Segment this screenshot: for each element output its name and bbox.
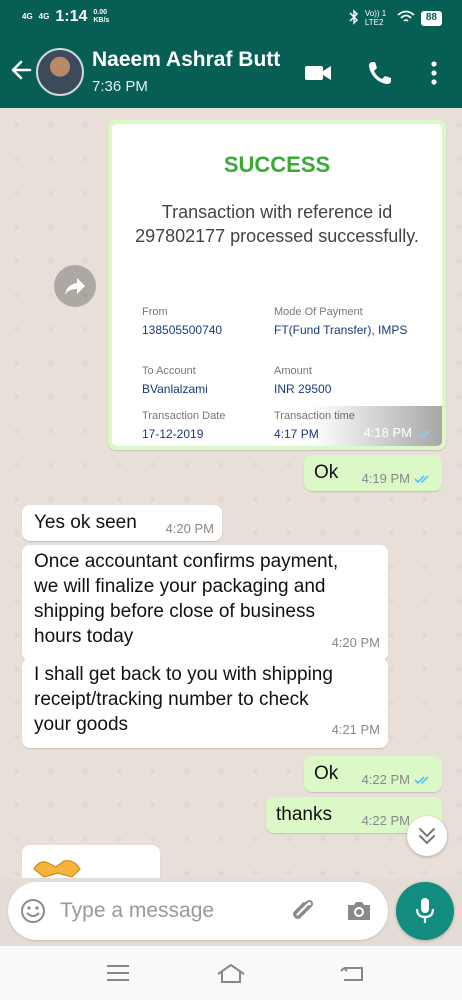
receipt-mode-value: FT(Fund Transfer), IMPS: [274, 323, 408, 337]
message-line: your goods: [34, 714, 129, 735]
last-seen: 7:36 PM: [92, 78, 148, 95]
receipt-from-value: 138505500740: [142, 323, 223, 337]
message-text: thanks: [276, 804, 332, 825]
message-time: 4:21 PM: [331, 722, 380, 737]
message-text: Ok: [314, 462, 339, 483]
message-bubble-incoming[interactable]: Yes ok seen 4:20 PM: [22, 505, 222, 541]
wifi-icon: [397, 10, 415, 26]
message-line: Once accountant confirms payment,: [34, 551, 339, 572]
message-time: 4:20 PM: [331, 635, 380, 650]
message-text: Ok: [314, 763, 339, 784]
microphone-icon: [413, 896, 437, 931]
receipt-heading: SUCCESS: [223, 152, 331, 177]
network-speed-unit: KB/s: [93, 17, 110, 24]
receipt-mode-label: Mode Of Payment: [274, 306, 363, 318]
receipt-to-value: BVanlalzami: [142, 382, 208, 396]
read-ticks-icon: [414, 767, 432, 792]
paperclip-icon[interactable]: [288, 896, 318, 926]
message-bubble-incoming[interactable]: I shall get back to you with shipping re…: [22, 658, 388, 748]
network-speed-value: 0.00: [93, 9, 107, 16]
message-line: receipt/tracking number to check: [34, 689, 309, 710]
receipt-message: Transaction with reference id 297802177 …: [135, 202, 419, 246]
clock: 1:14: [55, 8, 88, 25]
bluetooth-icon: [349, 9, 359, 27]
system-nav-bar: [0, 946, 462, 1000]
signal-indicator-2: 4G: [38, 12, 50, 21]
read-ticks-icon: [414, 466, 432, 491]
home-icon[interactable]: [216, 962, 245, 984]
message-time: 4:19 PM: [361, 471, 410, 486]
message-time: 4:22 PM: [361, 772, 410, 787]
chat-header: Naeem Ashraf Butt 7:36 PM: [0, 36, 462, 108]
more-vert-icon[interactable]: [419, 58, 449, 88]
handshake-emoji-icon: [32, 855, 82, 878]
mic-button[interactable]: [396, 882, 454, 940]
emoji-icon[interactable]: [20, 898, 46, 924]
status-bar: 4G 4G 1:14 0.00 KB/s Vo)) 1 LTE2 88: [0, 0, 462, 36]
camera-icon[interactable]: [345, 899, 373, 923]
signal-indicator-1: 4G: [22, 12, 33, 21]
back-nav-icon[interactable]: [338, 962, 366, 984]
menu-icon[interactable]: [104, 962, 132, 984]
message-line: I shall get back to you with shipping: [34, 664, 333, 685]
double-chevron-down-icon[interactable]: [407, 816, 447, 856]
chat-area[interactable]: SUCCESS Transaction with reference id 29…: [0, 108, 462, 878]
message-bubble-incoming[interactable]: [22, 845, 160, 878]
message-text: Yes ok seen: [34, 512, 137, 533]
message-time: 4:22 PM: [361, 813, 410, 828]
image-meta: 4:18 PM: [364, 425, 434, 440]
message-line: we will finalize your packaging and: [34, 576, 326, 597]
receipt-image[interactable]: SUCCESS Transaction with reference id 29…: [112, 124, 442, 446]
network-speed: 0.00 KB/s: [93, 9, 113, 25]
battery-indicator: 88: [420, 10, 442, 26]
arrow-left-icon[interactable]: [8, 56, 36, 84]
compose-bar: [8, 882, 388, 940]
message-line: shipping before close of business: [34, 601, 315, 622]
contact-name[interactable]: Naeem Ashraf Butt: [92, 48, 280, 72]
contact-avatar[interactable]: [36, 48, 84, 96]
video-call-icon[interactable]: [303, 58, 333, 88]
message-bubble-outgoing[interactable]: Ok 4:22 PM: [304, 756, 442, 792]
receipt-to-label: To Account: [142, 365, 196, 377]
message-time: 4:20 PM: [165, 521, 214, 536]
image-sent-time: 4:18 PM: [363, 425, 412, 440]
receipt-date-value: 17-12-2019: [142, 427, 204, 441]
share-forward-icon[interactable]: [54, 265, 96, 307]
phone-icon[interactable]: [365, 58, 395, 88]
message-bubble-incoming[interactable]: Once accountant confirms payment, we wil…: [22, 545, 388, 661]
receipt-amount-value: INR 29500: [274, 382, 332, 396]
message-bubble-outgoing[interactable]: Ok 4:19 PM: [304, 455, 442, 491]
receipt-date-label: Transaction Date: [142, 410, 226, 422]
message-input[interactable]: [60, 894, 280, 928]
receipt-amount-label: Amount: [274, 365, 312, 377]
receipt-from-label: From: [142, 306, 168, 318]
image-message[interactable]: SUCCESS Transaction with reference id 29…: [108, 120, 446, 450]
network-type: Vo)) 1 LTE2: [364, 9, 387, 27]
read-ticks-icon: [416, 425, 434, 440]
message-line: hours today: [34, 626, 134, 647]
